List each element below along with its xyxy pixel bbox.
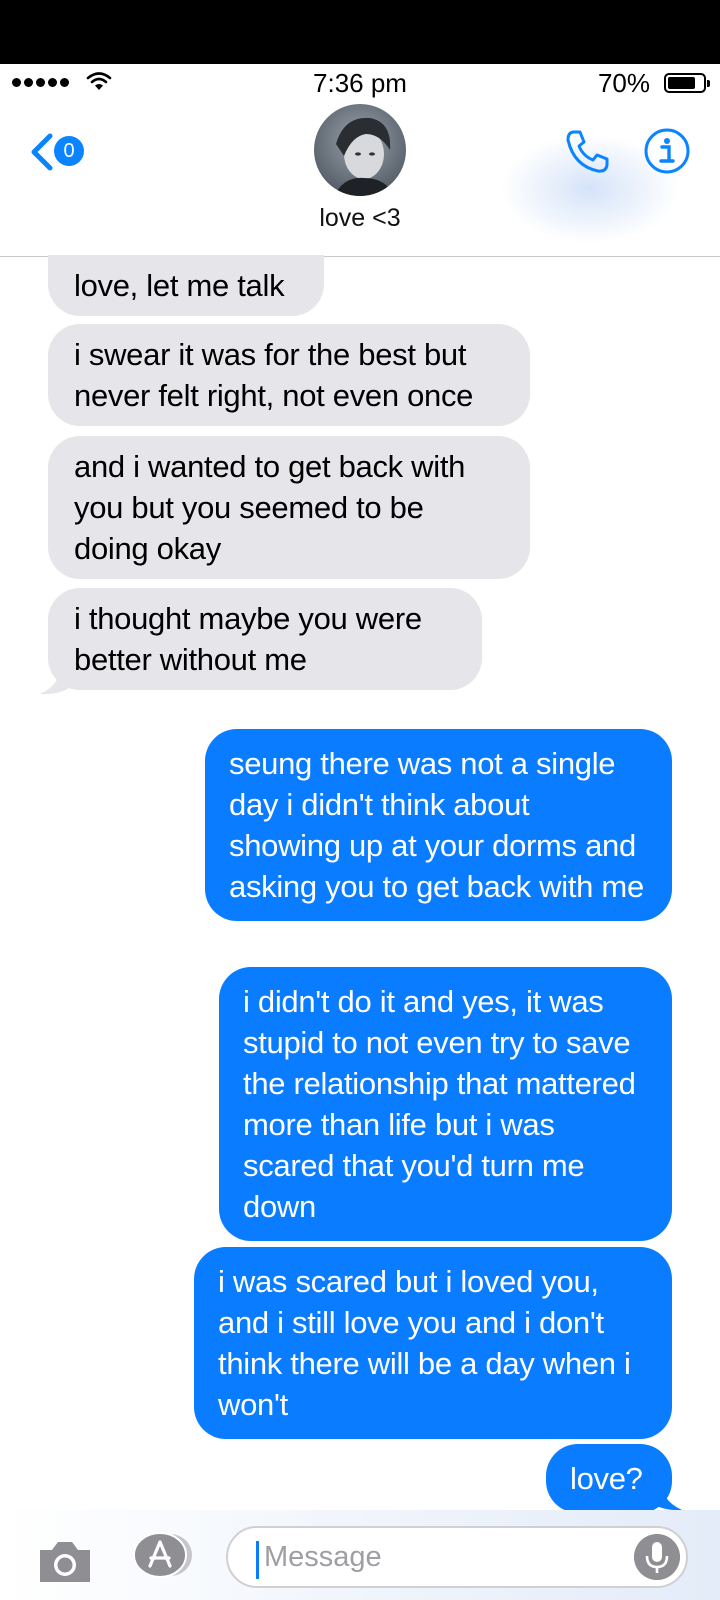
- message-input-bar: Message: [0, 1510, 720, 1600]
- sent-message-bubble[interactable]: i was scared but i loved you, and i stil…: [194, 1247, 672, 1439]
- microphone-icon[interactable]: [634, 1534, 680, 1580]
- battery-icon: [664, 73, 710, 93]
- received-message-bubble[interactable]: love, let me talk: [48, 255, 324, 316]
- top-black-bar: [0, 0, 720, 64]
- text-cursor: [256, 1541, 259, 1579]
- message-placeholder: Message: [264, 1541, 382, 1573]
- received-message-bubble[interactable]: and i wanted to get back with you but yo…: [48, 436, 530, 579]
- chevron-left-icon: [31, 133, 53, 171]
- sent-bubble-tail: [650, 1480, 682, 1511]
- sent-message-bubble[interactable]: i didn't do it and yes, it was stupid to…: [219, 967, 672, 1241]
- message-input[interactable]: Message: [226, 1526, 688, 1588]
- contact-avatar[interactable]: [314, 104, 406, 196]
- received-message-bubble[interactable]: i swear it was for the best but never fe…: [48, 324, 530, 426]
- conversation-header: 0 love <3: [0, 104, 720, 257]
- unread-count-badge: 0: [54, 136, 84, 166]
- battery-percentage: 70%: [597, 68, 650, 98]
- phone-call-icon[interactable]: [562, 126, 612, 176]
- sent-message-bubble[interactable]: seung there was not a single day i didn'…: [205, 729, 672, 921]
- camera-icon[interactable]: [36, 1538, 94, 1584]
- contact-name[interactable]: love <3: [0, 204, 720, 233]
- received-bubble-tail: [40, 664, 72, 695]
- app-store-icon[interactable]: [130, 1532, 196, 1578]
- back-button[interactable]: 0: [28, 128, 98, 172]
- status-bar: 7:36 pm 70%: [0, 64, 720, 104]
- info-icon[interactable]: [642, 126, 692, 176]
- received-message-bubble[interactable]: i thought maybe you were better without …: [48, 588, 482, 690]
